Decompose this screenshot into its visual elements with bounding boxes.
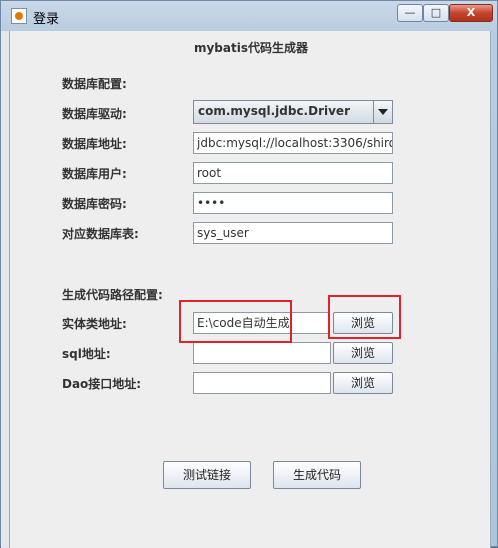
dao-path-label: Dao接口地址: [62,377,142,391]
close-button[interactable]: X [449,4,493,22]
maximize-button[interactable]: □ [423,4,449,22]
url-label: 数据库地址: [62,137,127,151]
app-window: 登录 — □ X mybatis代码生成器 数据库配置: 数据库驱动: com.… [0,0,498,548]
sql-browse-button[interactable]: 浏览 [333,342,393,364]
window-title: 登录 [33,12,60,27]
generate-code-button[interactable]: 生成代码 [273,461,361,489]
background-strip [1,31,9,548]
driver-select-value: com.mysql.jdbc.Driver [198,104,350,118]
sql-path-input[interactable] [193,342,331,364]
dao-browse-button[interactable]: 浏览 [333,372,393,394]
db-user-input[interactable]: root [193,162,393,184]
java-app-icon [11,8,27,24]
title-bar[interactable]: 登录 — □ X [1,1,497,31]
dao-path-input[interactable] [193,372,331,394]
driver-label: 数据库驱动: [62,107,127,121]
db-url-input[interactable]: jdbc:mysql://localhost:3306/shirotes [193,132,393,154]
annotation-highlight-box [179,300,292,343]
user-label: 数据库用户: [62,167,127,181]
driver-select[interactable]: com.mysql.jdbc.Driver [193,100,393,124]
password-label: 数据库密码: [62,197,127,211]
path-section-title: 生成代码路径配置: [62,288,163,302]
table-label: 对应数据库表: [62,227,139,241]
annotation-highlight-box [328,295,401,339]
form-heading: mybatis代码生成器 [193,41,308,55]
db-section-title: 数据库配置: [62,77,127,91]
entity-path-label: 实体类地址: [62,317,127,331]
chevron-down-icon[interactable] [373,101,392,123]
db-table-input[interactable]: sys_user [193,222,393,244]
form-panel: mybatis代码生成器 数据库配置: 数据库驱动: com.mysql.jdb… [9,31,491,548]
test-connection-button[interactable]: 测试链接 [163,461,251,489]
minimize-button[interactable]: — [397,4,423,22]
db-password-input[interactable]: •••• [193,192,393,214]
sql-path-label: sql地址: [62,347,111,361]
